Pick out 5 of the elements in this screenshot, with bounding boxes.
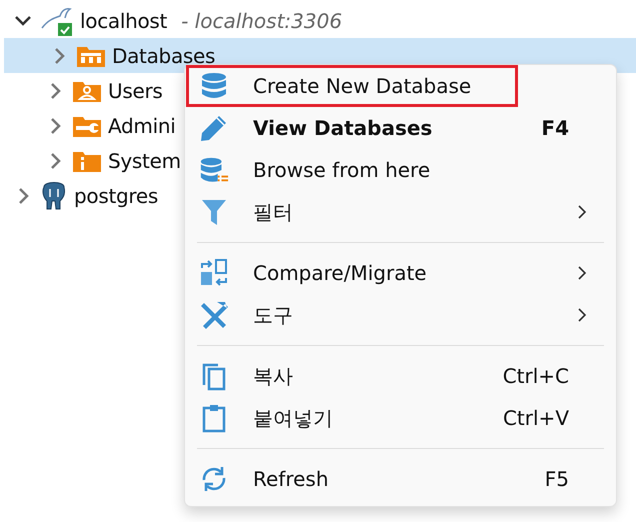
shortcut-label: Ctrl+C xyxy=(502,364,569,388)
shortcut-label: F5 xyxy=(544,467,569,491)
shortcut-label: F4 xyxy=(541,116,569,140)
shortcut-label: Ctrl+V xyxy=(502,406,569,430)
connection-address: - localhost:3306 xyxy=(181,8,342,32)
